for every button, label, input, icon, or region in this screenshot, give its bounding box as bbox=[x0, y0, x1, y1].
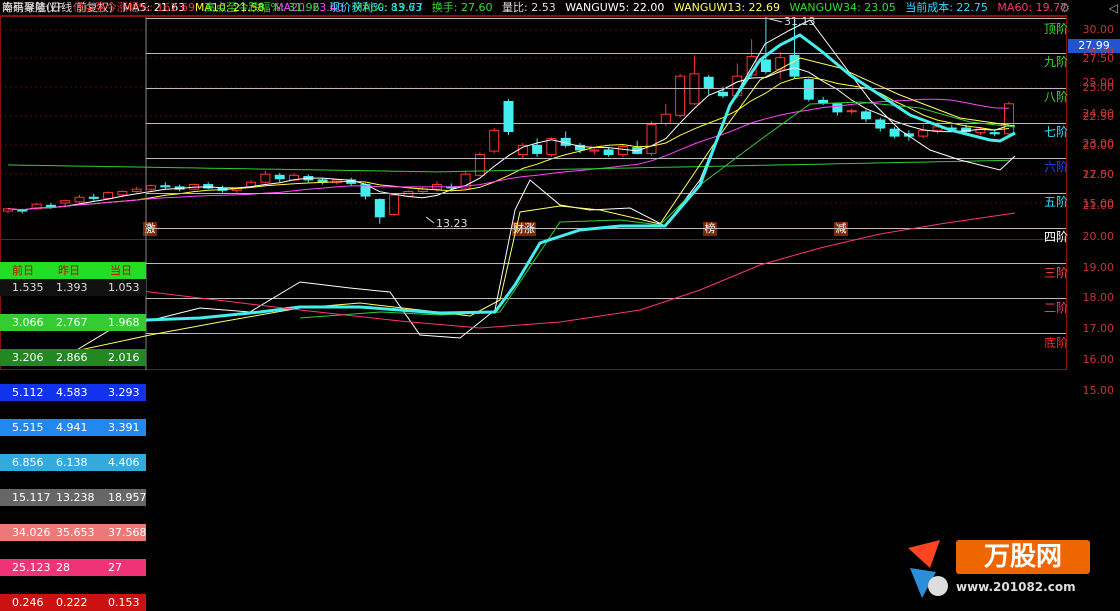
chip-table-row: 5.112 4.583 3.293 bbox=[0, 384, 146, 401]
chip-table-row: 5.515 4.941 3.391 bbox=[0, 419, 146, 436]
chip-table-cell: 0.246 bbox=[12, 596, 44, 609]
chip-table-cell: 1.053 bbox=[108, 281, 140, 294]
stage-label: 六阶 bbox=[1043, 160, 1068, 174]
chip-axis-label: 25.00 bbox=[1082, 75, 1115, 89]
chip-table-cell: 3.293 bbox=[108, 386, 140, 399]
stage-label: 七阶 bbox=[1043, 125, 1068, 139]
chip-ma60-line bbox=[0, 212, 1016, 329]
stage-label: 底阶 bbox=[1043, 336, 1068, 350]
brand-watermark: 万股网 www.201082.com bbox=[900, 538, 1100, 604]
chip-table-cell: 5.112 bbox=[12, 386, 44, 399]
chip-table-row: 6.856 6.138 4.406 bbox=[0, 454, 146, 471]
chip-axis-label: 26.00 bbox=[1082, 45, 1115, 58]
chip-table-cell: 34.026 bbox=[12, 526, 51, 539]
chip-table-cell: 3.391 bbox=[108, 421, 140, 434]
chip-table-cell: 1.393 bbox=[56, 281, 88, 294]
chip-table-row: 3.066 2.767 1.968 bbox=[0, 314, 146, 331]
wanguw34-line bbox=[299, 101, 1016, 319]
chip-table-cell: 6.856 bbox=[12, 456, 44, 469]
chip-table-header: 前日 昨日 当日 bbox=[0, 262, 146, 279]
chip-table-cell: 13.238 bbox=[56, 491, 95, 504]
wanguw13-line bbox=[0, 57, 1016, 361]
chip-table-cell: 28 bbox=[56, 561, 70, 574]
chip-axis-label: 18.00 bbox=[1082, 291, 1115, 305]
chip-table-cell: 0.153 bbox=[108, 596, 140, 609]
chip-chart[interactable] bbox=[0, 0, 1120, 370]
stage-label: 顶阶 bbox=[1043, 22, 1068, 36]
chip-axis-label: 23.00 bbox=[1082, 137, 1115, 151]
stage-label: 八阶 bbox=[1043, 90, 1068, 104]
cost-line bbox=[145, 33, 1016, 322]
chip-table-cell: 2.767 bbox=[56, 316, 88, 329]
chip-table-cell: 1.968 bbox=[108, 316, 140, 329]
chip-table-cell: 6.138 bbox=[56, 456, 88, 469]
chip-table-cell: 27 bbox=[108, 561, 122, 574]
chip-table-cell: 2.016 bbox=[108, 351, 140, 364]
chip-table-row: 15.117 13.238 18.957 bbox=[0, 489, 147, 506]
chip-table-row: 1.535 1.393 1.053 bbox=[0, 279, 146, 296]
chip-table-cell: 25.123 bbox=[12, 561, 51, 574]
col-today: 当日 bbox=[110, 264, 132, 277]
col-prev-day: 前日 bbox=[12, 264, 34, 277]
chip-table-cell: 1.535 bbox=[12, 281, 44, 294]
brand-logo-icon bbox=[908, 540, 948, 598]
chip-table-row: 3.206 2.866 2.016 bbox=[0, 349, 146, 366]
chip-axis-label: 20.00 bbox=[1082, 229, 1115, 243]
chip-axis-label: 17.00 bbox=[1082, 322, 1115, 336]
chip-axis-label: 19.00 bbox=[1082, 260, 1115, 274]
chip-axis-label: 24.00 bbox=[1082, 106, 1115, 120]
stage-label: 九阶 bbox=[1043, 55, 1068, 69]
stage-label: 二阶 bbox=[1043, 301, 1068, 315]
chip-table-row: 34.026 35.653 37.568 bbox=[0, 524, 147, 541]
chip-table-cell: 0.222 bbox=[56, 596, 88, 609]
chip-table-cell: 35.653 bbox=[56, 526, 95, 539]
chip-table-cell: 37.568 bbox=[108, 526, 147, 539]
chip-table-row: 0.246 0.222 0.153 bbox=[0, 594, 146, 611]
stage-label: 三阶 bbox=[1043, 266, 1068, 280]
chip-table-cell: 5.515 bbox=[12, 421, 44, 434]
chip-table-cell: 15.117 bbox=[12, 491, 51, 504]
chip-table-row: 25.123 28 27 bbox=[0, 559, 146, 576]
chip-table-cell: 2.866 bbox=[56, 351, 88, 364]
chip-axis-label: 15.00 bbox=[1082, 383, 1115, 397]
chip-table-cell: 4.941 bbox=[56, 421, 88, 434]
chip-table-cell: 18.957 bbox=[108, 491, 147, 504]
stage-label: 五阶 bbox=[1043, 195, 1068, 209]
chip-table-cell: 3.206 bbox=[12, 351, 44, 364]
stage-label: 四阶 bbox=[1043, 230, 1068, 244]
brand-name: 万股网 bbox=[956, 540, 1090, 574]
chip-table-cell: 3.066 bbox=[12, 316, 44, 329]
chip-table-cell: 4.406 bbox=[108, 456, 140, 469]
chip-axis-label: 21.00 bbox=[1082, 199, 1115, 212]
col-yesterday: 昨日 bbox=[58, 264, 80, 277]
chip-axis-label: 16.00 bbox=[1082, 353, 1115, 366]
chip-axis-label: 22.00 bbox=[1082, 168, 1115, 182]
brand-url: www.201082.com bbox=[956, 580, 1076, 594]
wanguw5-line bbox=[0, 19, 1016, 366]
chip-table-cell: 4.583 bbox=[56, 386, 88, 399]
